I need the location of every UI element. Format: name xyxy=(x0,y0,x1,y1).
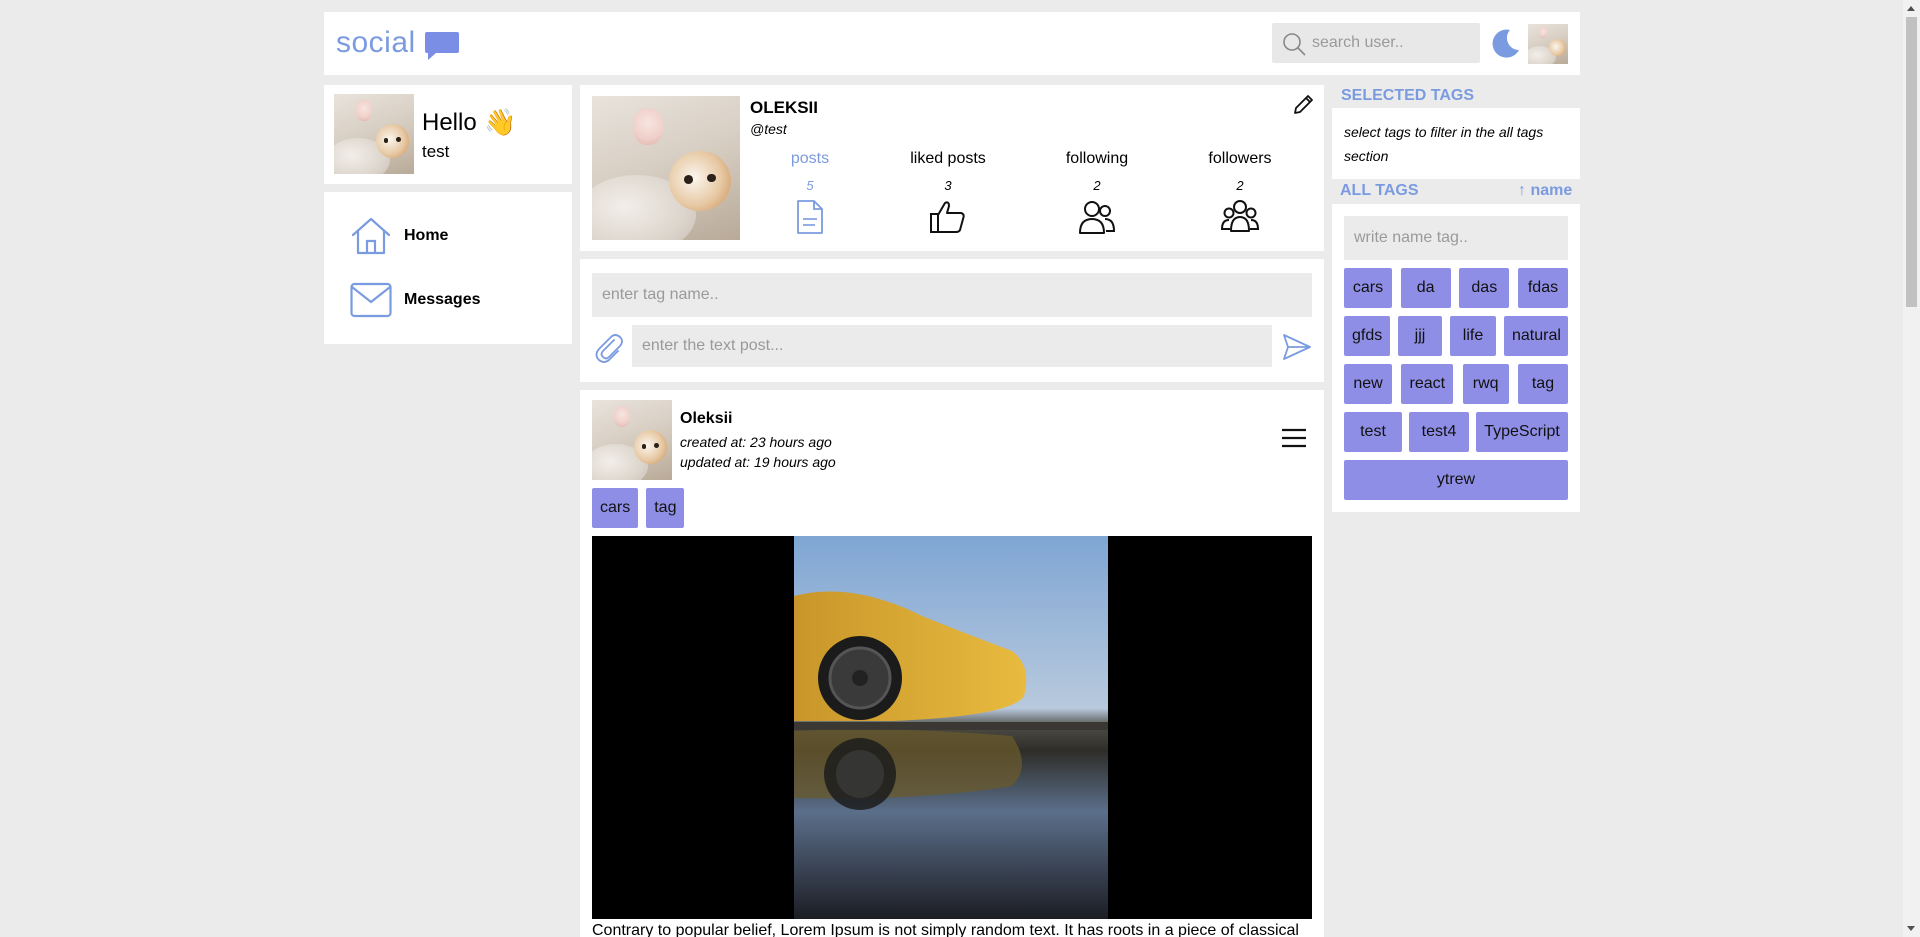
stat-count: 5 xyxy=(806,178,814,193)
avatar[interactable] xyxy=(1528,24,1568,64)
tag-search-input[interactable] xyxy=(1344,216,1568,260)
stat-label: followers xyxy=(1208,150,1272,167)
stat-label: posts xyxy=(790,150,830,167)
send-icon[interactable] xyxy=(1282,332,1312,362)
selected-tags-panel: select tags to filter in the all tags se… xyxy=(1332,108,1580,179)
tag-chip[interactable]: ytrew xyxy=(1344,460,1568,500)
tag-chip[interactable]: jjj xyxy=(1398,316,1442,356)
tag-chip[interactable]: da xyxy=(1400,268,1451,308)
profile-name: OLEKSII xyxy=(750,98,819,117)
search-user-input[interactable] xyxy=(1312,23,1472,63)
stat-label: following xyxy=(1065,150,1129,167)
pencil-icon[interactable] xyxy=(1291,93,1315,117)
search-icon xyxy=(1283,33,1306,56)
tag-chip[interactable]: life xyxy=(1450,316,1496,356)
scroll-up-arrow-icon[interactable] xyxy=(1907,6,1915,11)
post-updated-at: updated at: 19 hours ago xyxy=(680,454,836,470)
greeting-card: Hello 👋 test xyxy=(324,85,572,184)
scroll-down-arrow-icon[interactable] xyxy=(1907,926,1915,931)
sidebar-item-label: Messages xyxy=(404,291,481,308)
stat-count: 3 xyxy=(944,178,952,193)
post-tag[interactable]: cars xyxy=(592,488,639,528)
profile-photo xyxy=(592,96,740,240)
tag-chip[interactable]: cars xyxy=(1344,268,1392,308)
tag-chip[interactable]: natural xyxy=(1504,316,1568,356)
post-tags: cars tag xyxy=(592,488,685,528)
sidebar-nav: Home Messages xyxy=(324,192,572,344)
stat-label: liked posts xyxy=(910,150,986,167)
post-tag[interactable]: tag xyxy=(646,488,685,528)
tag-chip[interactable]: rwq xyxy=(1462,364,1509,404)
post-text: Contrary to popular belief, Lorem Ipsum … xyxy=(592,922,1299,937)
sort-by-name-toggle[interactable]: ↑ name xyxy=(1518,182,1572,200)
new-post-form xyxy=(580,259,1324,382)
stat-liked-posts[interactable]: liked posts 3 xyxy=(883,150,1013,235)
post-author-avatar[interactable] xyxy=(592,400,672,480)
car-photo xyxy=(794,536,1108,919)
user-avatar xyxy=(334,94,414,174)
mail-icon xyxy=(350,282,392,318)
sidebar-item-messages[interactable]: Messages xyxy=(350,278,481,322)
post-image[interactable] xyxy=(592,536,1312,919)
stat-posts[interactable]: posts 5 xyxy=(745,150,875,235)
username-label: test xyxy=(422,142,450,161)
tag-grid: cars da das fdas gfds jjj life natural n… xyxy=(1344,268,1568,508)
post-author-name[interactable]: Oleksii xyxy=(680,410,732,428)
home-icon xyxy=(351,217,391,255)
stat-followers[interactable]: followers 2 xyxy=(1175,150,1305,235)
thumbs-up-icon xyxy=(930,201,965,233)
profile-handle: @test xyxy=(750,121,787,137)
tag-chip[interactable]: test xyxy=(1344,412,1402,452)
sidebar-item-label: Home xyxy=(404,227,449,244)
selected-tags-hint: select tags to filter in the all tags se… xyxy=(1344,124,1544,164)
group-icon xyxy=(1221,200,1259,232)
hamburger-menu-icon[interactable] xyxy=(1281,427,1307,449)
tag-name-input[interactable] xyxy=(592,273,1312,317)
tag-chip[interactable]: react xyxy=(1401,364,1454,404)
paperclip-icon[interactable] xyxy=(594,332,624,364)
greeting-text: Hello xyxy=(422,109,477,136)
tag-chip[interactable]: new xyxy=(1344,364,1392,404)
tag-chip[interactable]: das xyxy=(1459,268,1510,308)
post-card: Oleksii created at: 23 hours ago updated… xyxy=(580,390,1324,937)
stat-following[interactable]: following 2 xyxy=(1032,150,1162,235)
all-tags-title: ALL TAGS xyxy=(1340,182,1419,199)
stat-count: 2 xyxy=(1236,178,1244,193)
selected-tags-title: SELECTED TAGS xyxy=(1341,87,1475,104)
page-scrollbar[interactable] xyxy=(1903,0,1920,937)
sidebar-item-home[interactable]: Home xyxy=(350,214,448,258)
tag-chip[interactable]: fdas xyxy=(1517,268,1568,308)
tag-chip[interactable]: TypeScript xyxy=(1476,412,1568,452)
stat-count: 2 xyxy=(1093,178,1101,193)
chat-bubble-icon xyxy=(425,32,459,60)
post-text-input[interactable] xyxy=(632,325,1272,367)
profile-card: OLEKSII @test posts 5 liked posts 3 foll… xyxy=(580,85,1324,251)
document-icon xyxy=(797,200,823,234)
wave-emoji-icon: 👋 xyxy=(484,107,517,137)
scrollbar-thumb[interactable] xyxy=(1906,17,1917,307)
tag-chip[interactable]: test4 xyxy=(1409,412,1469,452)
all-tags-panel: cars da das fdas gfds jjj life natural n… xyxy=(1332,204,1580,512)
post-created-at: created at: 23 hours ago xyxy=(680,434,832,450)
user-search-box xyxy=(1272,23,1480,63)
moon-icon[interactable] xyxy=(1488,26,1522,60)
logo-text[interactable]: social xyxy=(336,26,416,60)
users-icon xyxy=(1079,201,1116,234)
tag-chip[interactable]: gfds xyxy=(1344,316,1390,356)
tag-chip[interactable]: tag xyxy=(1517,364,1568,404)
top-bar: social xyxy=(324,12,1580,75)
